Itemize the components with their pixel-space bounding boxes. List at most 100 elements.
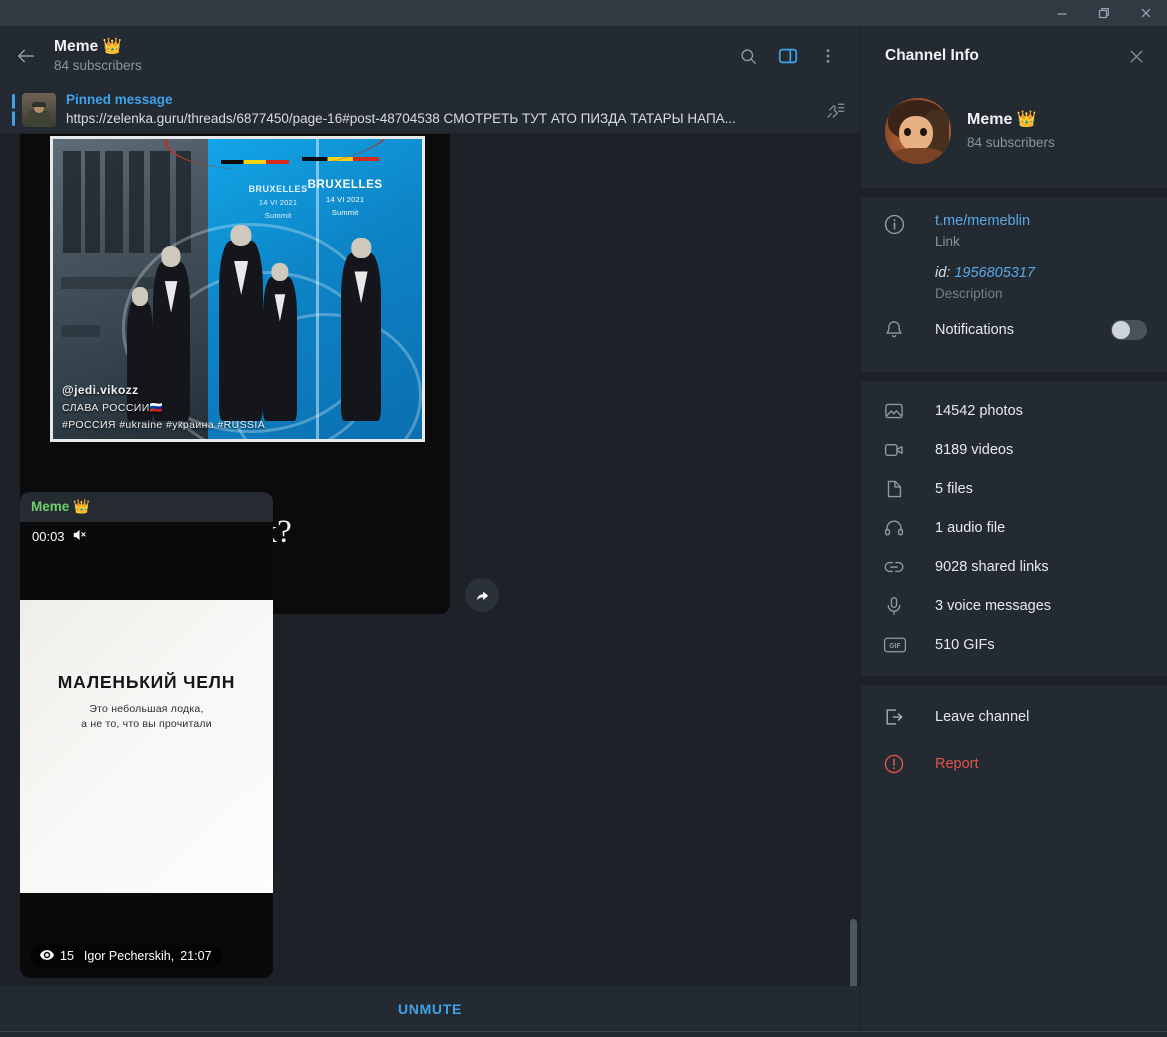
- views-count: 15: [60, 949, 74, 963]
- audio-icon: [883, 517, 935, 539]
- shared-media-list: 14542 photos 8189 videos 5 files 1 audio…: [861, 381, 1167, 676]
- message-time: 21:07: [180, 949, 212, 963]
- unmute-label: UNMUTE: [397, 1000, 463, 1017]
- pinned-list-icon[interactable]: [818, 93, 852, 127]
- report-icon: [883, 753, 935, 775]
- link-icon: [883, 556, 935, 578]
- report-button[interactable]: Report: [861, 740, 1167, 787]
- pinned-text: https://zelenka.guru/threads/6877450/pag…: [66, 111, 736, 126]
- media-label: 510 GIFs: [935, 636, 995, 653]
- message-list[interactable]: BRUXELLES 14 VI 2021 Summit BRUXELLES 14…: [0, 134, 860, 986]
- media-label: 9028 shared links: [935, 558, 1049, 575]
- message-scrollbar[interactable]: [847, 134, 857, 986]
- chat-header-actions: [730, 38, 860, 74]
- avatar: [885, 98, 951, 164]
- channel-id-prefix: id:: [935, 265, 951, 281]
- profile-texts: Meme 👑 84 subscribers: [951, 109, 1055, 153]
- meme-subtitle: Это небольшая лодка, а не то, что вы про…: [81, 703, 212, 730]
- forward-arrow-icon: [476, 591, 488, 600]
- telegram-window: Meme 👑 84 subscribers Pinned message htt…: [0, 0, 1167, 1037]
- search-icon[interactable]: [730, 38, 766, 74]
- pinned-thumbnail: [22, 92, 56, 127]
- arrow-left-icon: [17, 49, 35, 63]
- channel-info-block: t.me/memeblin Link id: 1956805317 Descri…: [861, 197, 1167, 372]
- watermark-tags: #РОССИЯ #ukraine #украина #RUSSIA: [62, 419, 266, 431]
- watermark-handle: @jedi.vikozz: [62, 383, 139, 397]
- leave-channel-button[interactable]: Leave channel: [861, 693, 1167, 740]
- channel-id-line: id: 1956805317: [935, 262, 1151, 284]
- leave-icon: [883, 706, 935, 728]
- gif-icon: GIF: [883, 635, 935, 655]
- leave-channel-label: Leave channel: [935, 708, 1030, 725]
- info-icon: [883, 211, 935, 236]
- channel-actions: Leave channel Report: [861, 685, 1167, 787]
- window-bottom-strip: [0, 1031, 1167, 1037]
- duration-text: 00:03: [32, 529, 65, 544]
- divider: [861, 372, 1167, 381]
- channel-link-body: t.me/memeblin Link id: 1956805317 Descri…: [935, 211, 1151, 304]
- panel-title: Channel Info: [885, 47, 979, 64]
- media-row-audio[interactable]: 1 audio file: [861, 508, 1167, 547]
- photo-icon: [883, 400, 935, 422]
- more-options-icon[interactable]: [810, 38, 846, 74]
- report-label: Report: [935, 755, 979, 772]
- channel-link-label: Link: [935, 234, 960, 249]
- channel-description-label: Description: [935, 286, 1003, 301]
- media-row-gifs[interactable]: GIF 510 GIFs: [861, 625, 1167, 664]
- video-thumbnail-1: BRUXELLES 14 VI 2021 Summit BRUXELLES 14…: [50, 136, 425, 442]
- meme-title: МАЛЕНЬКИЙ ЧЕЛН: [57, 672, 236, 692]
- banner-left: BRUXELLES 14 VI 2021 Summit: [248, 184, 308, 220]
- figure: [219, 224, 264, 421]
- unmute-button[interactable]: UNMUTE: [0, 986, 860, 1031]
- file-icon: [883, 478, 935, 500]
- back-button[interactable]: [0, 26, 52, 86]
- pinned-texts: Pinned message https://zelenka.guru/thre…: [66, 91, 818, 128]
- message-author: Igor Pecherskih,: [83, 949, 175, 963]
- profile-name: Meme 👑: [967, 111, 1037, 128]
- media-label: 14542 photos: [935, 402, 1023, 419]
- message-scrollbar-thumb[interactable]: [850, 919, 857, 986]
- channel-id-value[interactable]: 1956805317: [954, 265, 1035, 281]
- divider: [861, 676, 1167, 685]
- forward-button-1[interactable]: [465, 578, 499, 612]
- video-duration-badge: 00:03: [32, 528, 88, 545]
- chat-title: Meme 👑: [54, 38, 123, 55]
- views-icon: [40, 949, 54, 964]
- media-row-voice[interactable]: 3 voice messages: [861, 586, 1167, 625]
- banner-right: BRUXELLES 14 VI 2021 Summit: [307, 179, 383, 217]
- chat-header: Meme 👑 84 subscribers: [0, 26, 860, 86]
- divider: [861, 188, 1167, 197]
- media-row-files[interactable]: 5 files: [861, 469, 1167, 508]
- pinned-message-bar[interactable]: Pinned message https://zelenka.guru/thre…: [0, 86, 860, 134]
- channel-link-row[interactable]: t.me/memeblin Link id: 1956805317 Descri…: [861, 211, 1167, 304]
- profile-subscribers: 84 subscribers: [967, 135, 1055, 150]
- channel-link[interactable]: t.me/memeblin: [935, 211, 1151, 232]
- minimize-button[interactable]: [1041, 0, 1083, 26]
- channel-profile[interactable]: Meme 👑 84 subscribers: [861, 86, 1167, 188]
- panel-header: Channel Info: [861, 26, 1167, 86]
- notifications-row[interactable]: Notifications: [861, 304, 1167, 356]
- media-label: 5 files: [935, 480, 973, 497]
- watermark-slogan: СЛАВА РОССИИ🇷🇺: [62, 402, 164, 414]
- pinned-marker: [12, 93, 15, 126]
- figure: [263, 262, 297, 421]
- figure: [340, 237, 382, 421]
- figure: [152, 246, 190, 421]
- close-button[interactable]: [1125, 0, 1167, 26]
- media-row-links[interactable]: 9028 shared links: [861, 547, 1167, 586]
- media-label: 8189 videos: [935, 441, 1014, 458]
- video-icon: [883, 439, 935, 461]
- chat-subscribers: 84 subscribers: [54, 58, 142, 73]
- muted-icon: [72, 528, 88, 545]
- chat-header-titles[interactable]: Meme 👑 84 subscribers: [52, 37, 730, 75]
- close-panel-icon[interactable]: [1119, 39, 1153, 73]
- message-video-2[interactable]: Meme 👑 00:03 МАЛЕНЬКИЙ ЧЕЛН Это небольша…: [20, 492, 273, 978]
- media-label: 1 audio file: [935, 519, 1006, 536]
- microphone-icon: [883, 595, 935, 617]
- restore-button[interactable]: [1083, 0, 1125, 26]
- toggle-info-panel-icon[interactable]: [770, 38, 806, 74]
- media-row-photos[interactable]: 14542 photos: [861, 391, 1167, 430]
- media-row-videos[interactable]: 8189 videos: [861, 430, 1167, 469]
- notifications-toggle[interactable]: [1111, 320, 1147, 340]
- notifications-label: Notifications: [935, 322, 1014, 338]
